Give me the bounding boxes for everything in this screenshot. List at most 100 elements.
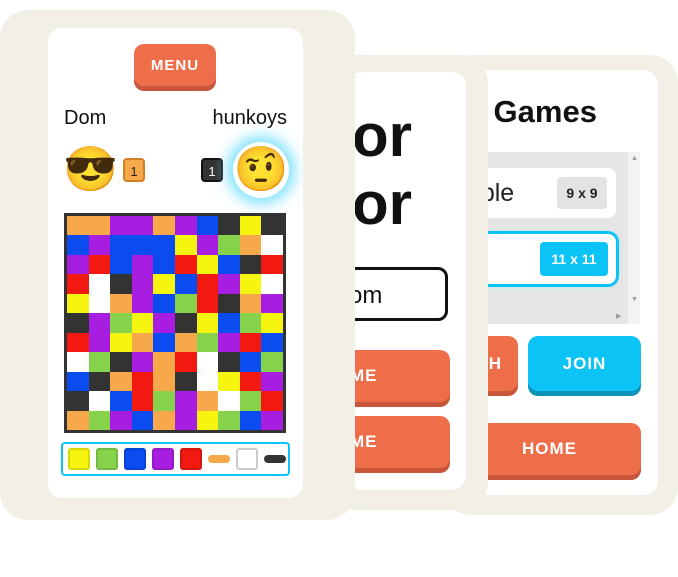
board-tile <box>67 313 90 334</box>
board-tile <box>239 274 262 295</box>
board-tile <box>239 391 262 412</box>
board-tile <box>175 274 198 295</box>
board-tile <box>88 313 111 334</box>
board-tile <box>131 391 154 412</box>
board-tile <box>218 216 241 236</box>
board-tile <box>261 410 284 431</box>
board-tile <box>239 410 262 431</box>
board-tile <box>110 235 133 256</box>
board-tile <box>110 254 133 275</box>
open-games-card: n Games mple 9 x 9 m 11 x 11 ▲ ▼ ▶ H JOI… <box>458 70 658 495</box>
board-tile <box>196 254 219 275</box>
join-button[interactable]: JOIN <box>528 336 641 391</box>
board-tile <box>88 332 111 353</box>
board-tile <box>67 332 90 353</box>
board-tile <box>175 410 198 431</box>
color-option-yellow[interactable] <box>68 448 90 470</box>
middle-button-1[interactable]: ME <box>348 350 450 402</box>
board-tile <box>218 293 241 314</box>
scrollbar[interactable]: ▲ ▼ <box>628 152 640 324</box>
board-tile <box>131 254 154 275</box>
board-tile <box>196 391 219 412</box>
board-tile <box>88 254 111 275</box>
board-tile <box>131 410 154 431</box>
game-card: MENU Dom hunkoys 😎 1 1 🤨 <box>48 28 303 498</box>
middle-card: or or om ME ME <box>348 72 466 490</box>
scroll-down-arrow[interactable]: ▼ <box>631 296 638 303</box>
board-tile <box>175 371 198 392</box>
board-tile <box>110 371 133 392</box>
color-option-red[interactable] <box>180 448 202 470</box>
board-tile <box>153 235 176 256</box>
board-tile <box>88 391 111 412</box>
board-tile <box>153 391 176 412</box>
color-option-orange[interactable] <box>208 455 230 463</box>
board-tile <box>196 274 219 295</box>
board-tile <box>239 216 262 236</box>
board-tile <box>175 216 198 236</box>
name-input[interactable]: om <box>348 267 448 321</box>
board-tile <box>175 352 198 373</box>
board-size-badge: 11 x 11 <box>540 242 608 276</box>
board-tile <box>261 391 284 412</box>
game-board[interactable] <box>64 213 286 433</box>
player2-score-badge: 1 <box>201 158 223 182</box>
board-tile <box>175 332 198 353</box>
board-tile <box>153 410 176 431</box>
board-tile <box>218 254 241 275</box>
board-tile <box>110 391 133 412</box>
board-tile <box>196 371 219 392</box>
player1-avatar: 😎 <box>63 145 118 194</box>
board-tile <box>153 332 176 353</box>
scroll-up-arrow[interactable]: ▲ <box>631 155 638 162</box>
board-tile <box>261 216 284 236</box>
board-tile <box>239 371 262 392</box>
board-tile <box>196 410 219 431</box>
color-option-white[interactable] <box>236 448 258 470</box>
board-tile <box>218 313 241 334</box>
board-tile <box>196 352 219 373</box>
board-tile <box>67 254 90 275</box>
board-tile <box>153 216 176 236</box>
board-tile <box>131 352 154 373</box>
board-tile <box>261 293 284 314</box>
board-tile <box>261 332 284 353</box>
board-tile <box>67 371 90 392</box>
board-tile <box>239 254 262 275</box>
color-option-green[interactable] <box>96 448 118 470</box>
board-tile <box>196 293 219 314</box>
board-tile <box>261 352 284 373</box>
board-tile <box>218 352 241 373</box>
board-tile <box>196 332 219 353</box>
board-tile <box>196 235 219 256</box>
color-option-black[interactable] <box>264 455 286 463</box>
player1-name: Dom <box>64 107 107 129</box>
board-tile <box>196 216 219 236</box>
board-tile <box>175 235 198 256</box>
scroll-right-arrow[interactable]: ▶ <box>616 312 621 320</box>
board-tile <box>261 235 284 256</box>
board-tile <box>239 293 262 314</box>
board-tile <box>88 293 111 314</box>
board-tile <box>110 274 133 295</box>
board-tile <box>110 332 133 353</box>
board-tile <box>153 254 176 275</box>
color-option-purple[interactable] <box>152 448 174 470</box>
board-tile <box>131 313 154 334</box>
board-tile <box>239 313 262 334</box>
board-tile <box>67 216 90 236</box>
board-tile <box>110 293 133 314</box>
board-tile <box>175 254 198 275</box>
color-option-blue[interactable] <box>124 448 146 470</box>
color-palette <box>61 442 290 476</box>
board-tile <box>67 293 90 314</box>
menu-button[interactable]: MENU <box>134 44 216 86</box>
board-tile <box>131 332 154 353</box>
board-tile <box>175 293 198 314</box>
board-tile <box>67 274 90 295</box>
board-tile <box>218 235 241 256</box>
board-tile <box>131 216 154 236</box>
middle-button-2[interactable]: ME <box>348 416 450 468</box>
board-tile <box>153 352 176 373</box>
title-line-2: or <box>352 170 412 237</box>
